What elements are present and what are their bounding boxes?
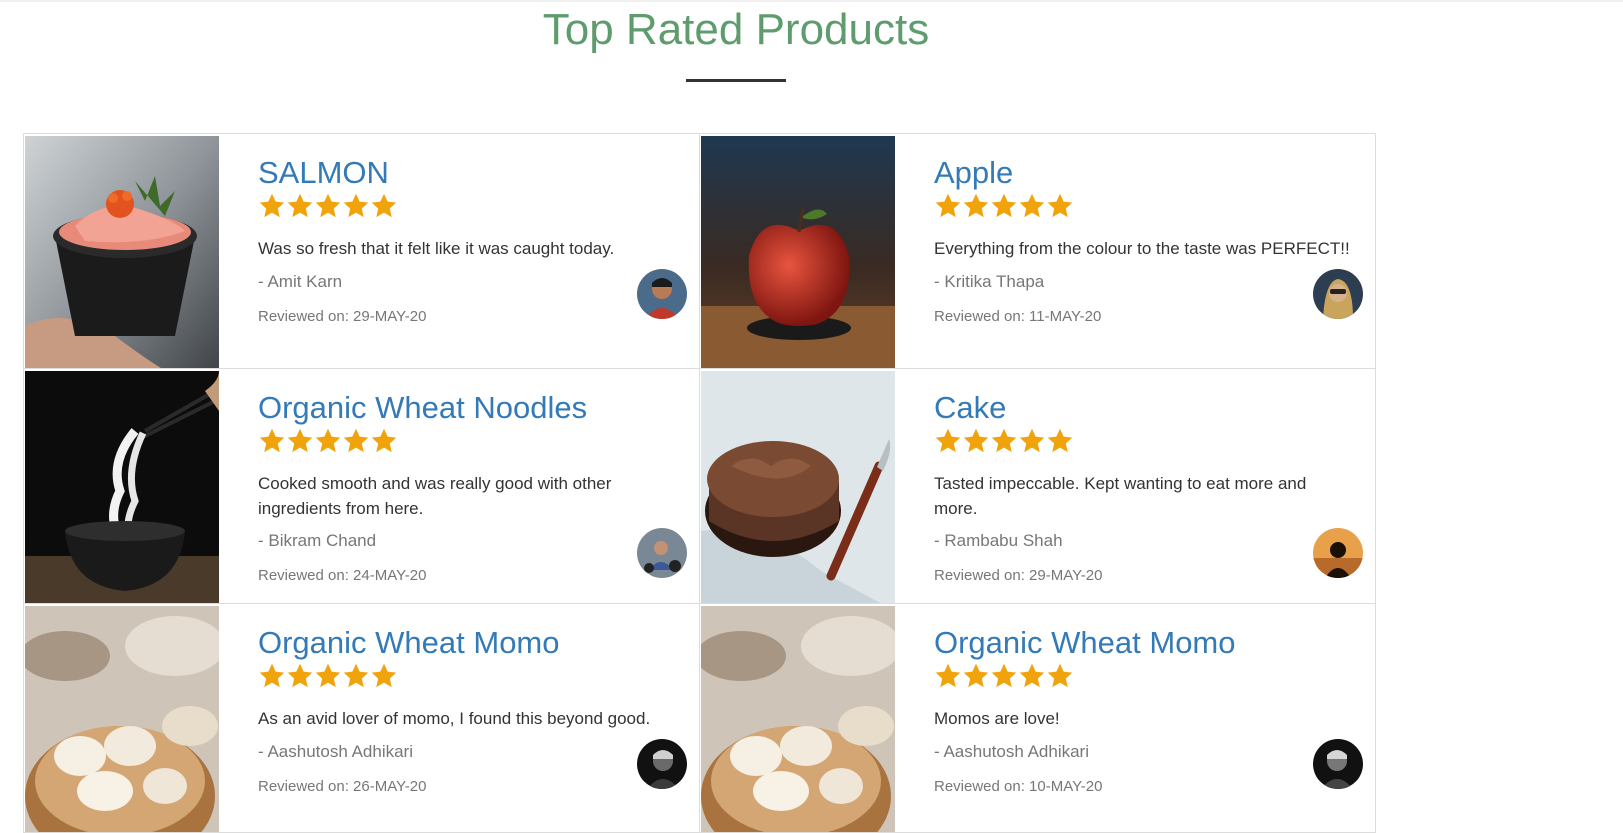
star-icon (343, 663, 369, 688)
product-image[interactable] (701, 371, 895, 611)
star-icon (935, 663, 961, 688)
review-date: Reviewed on: 11-MAY-20 (934, 308, 1102, 325)
product-name[interactable]: Apple (934, 155, 1013, 191)
product-card[interactable]: Apple Everything from the colour to the … (700, 134, 1375, 378)
star-icon (371, 428, 397, 453)
product-card[interactable]: Organic Wheat Momo Momos are love! - Aas… (700, 604, 1375, 832)
review-text: As an avid lover of momo, I found this b… (258, 709, 651, 728)
star-rating (258, 427, 398, 457)
star-icon (963, 663, 989, 688)
product-image[interactable] (25, 136, 219, 376)
star-icon (991, 663, 1017, 688)
product-name[interactable]: Organic Wheat Momo (258, 625, 560, 661)
section-title: Top Rated Products (542, 5, 930, 54)
star-icon (963, 428, 989, 453)
row-divider (24, 368, 1375, 369)
product-image[interactable] (25, 371, 219, 611)
review-date: Reviewed on: 29-MAY-20 (258, 308, 427, 325)
star-rating (258, 192, 398, 222)
reviewer-avatar (637, 269, 687, 319)
star-icon (935, 193, 961, 218)
star-icon (287, 193, 313, 218)
review-author: - Aashutosh Adhikari (934, 742, 1089, 761)
review-author: - Aashutosh Adhikari (258, 742, 413, 761)
review-author: - Rambabu Shah (934, 531, 1063, 550)
reviewer-avatar (637, 528, 687, 578)
product-card[interactable]: Cake Tasted impeccable. Kept wanting to … (700, 369, 1375, 613)
star-icon (935, 428, 961, 453)
reviewer-avatar (1313, 739, 1363, 789)
star-icon (343, 193, 369, 218)
star-icon (371, 663, 397, 688)
reviewer-avatar (637, 739, 687, 789)
top-divider (0, 0, 1623, 2)
product-card[interactable]: Organic Wheat Noodles Cooked smooth and … (24, 369, 699, 613)
row-divider (24, 603, 1375, 604)
review-date: Reviewed on: 26-MAY-20 (258, 778, 427, 795)
star-icon (1047, 663, 1073, 688)
product-image[interactable] (25, 606, 219, 832)
star-icon (287, 428, 313, 453)
star-icon (1019, 663, 1045, 688)
star-rating (934, 662, 1074, 692)
review-author: - Kritika Thapa (934, 272, 1045, 291)
review-text: Tasted impeccable. Kept wanting to eat m… (934, 474, 1307, 518)
title-underline (686, 79, 786, 82)
review-text: Was so fresh that it felt like it was ca… (258, 239, 615, 258)
star-icon (991, 193, 1017, 218)
review-date: Reviewed on: 24-MAY-20 (258, 567, 427, 584)
star-icon (259, 428, 285, 453)
star-icon (343, 428, 369, 453)
star-icon (1019, 193, 1045, 218)
star-rating (934, 427, 1074, 457)
product-card[interactable]: SALMON Was so fresh that it felt like it… (24, 134, 699, 378)
star-icon (991, 428, 1017, 453)
product-name[interactable]: Organic Wheat Momo (934, 625, 1236, 661)
star-icon (259, 193, 285, 218)
reviewer-avatar (1313, 528, 1363, 578)
star-icon (315, 193, 341, 218)
product-name[interactable]: SALMON (258, 155, 389, 191)
star-icon (259, 663, 285, 688)
review-text: Momos are love! (934, 709, 1060, 728)
review-text: Cooked smooth and was really good with o… (258, 474, 612, 518)
star-icon (315, 428, 341, 453)
star-icon (315, 663, 341, 688)
review-date: Reviewed on: 10-MAY-20 (934, 778, 1103, 795)
star-rating (934, 192, 1074, 222)
product-name[interactable]: Organic Wheat Noodles (258, 390, 587, 426)
review-text: Everything from the colour to the taste … (934, 239, 1350, 258)
product-image[interactable] (701, 136, 895, 376)
star-icon (1019, 428, 1045, 453)
product-image[interactable] (701, 606, 895, 832)
star-icon (1047, 428, 1073, 453)
review-date: Reviewed on: 29-MAY-20 (934, 567, 1103, 584)
star-icon (287, 663, 313, 688)
review-author: - Bikram Chand (258, 531, 377, 550)
product-review-grid: SALMON Was so fresh that it felt like it… (23, 133, 1376, 833)
reviewer-avatar (1313, 269, 1363, 319)
star-icon (963, 193, 989, 218)
star-rating (258, 662, 398, 692)
star-icon (371, 193, 397, 218)
product-name[interactable]: Cake (934, 390, 1006, 426)
star-icon (1047, 193, 1073, 218)
product-card[interactable]: Organic Wheat Momo As an avid lover of m… (24, 604, 699, 832)
review-author: - Amit Karn (258, 272, 343, 291)
